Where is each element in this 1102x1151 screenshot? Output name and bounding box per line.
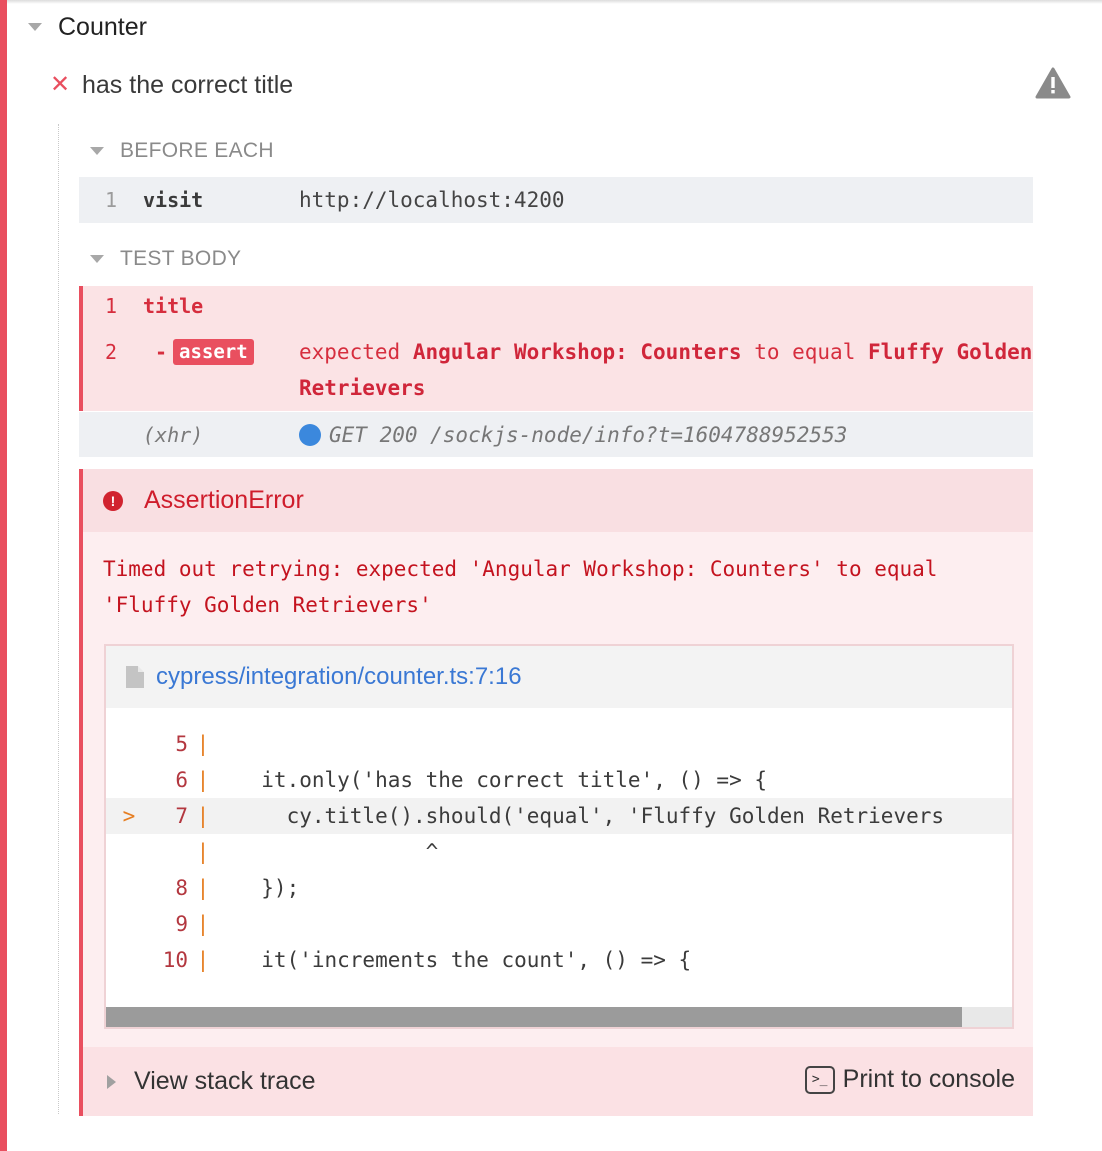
command-name: visit [143, 188, 204, 212]
command-message: expected Angular Workshop: Counters to e… [299, 334, 1033, 406]
line-marker: > [122, 804, 136, 828]
line-bar: | [196, 840, 210, 864]
view-stack-trace-button[interactable]: View stack trace [134, 1067, 316, 1096]
test-header[interactable]: ✕ has the correct title [50, 66, 1075, 104]
scrollbar-thumb[interactable] [106, 1007, 962, 1027]
line-bar: | [196, 948, 210, 972]
line-bar: | [196, 912, 210, 936]
msg-actual: Angular Workshop: Counters [412, 340, 742, 364]
line-code: ^ [236, 840, 439, 864]
command-row-assert[interactable]: 2 - assert expected Angular Workshop: Co… [79, 334, 1033, 406]
line-code: it('increments the count', () => { [236, 948, 692, 972]
error-circle-icon: ! [103, 490, 123, 511]
line-number: 10 [162, 948, 188, 972]
collapse-caret-icon[interactable] [90, 255, 104, 263]
child-dash: - [155, 340, 168, 364]
line-bar: | [196, 876, 210, 900]
command-row-title[interactable]: 1 title [79, 288, 1033, 324]
code-line-highlighted: > 7 | cy.title().should('equal', 'Fluffy… [106, 798, 1012, 834]
command-row-visit[interactable]: 1 visit http://localhost:4200 [79, 177, 1033, 223]
line-code: }); [236, 876, 300, 900]
hook-test-body[interactable]: TEST BODY [90, 245, 241, 273]
line-number: 6 [175, 768, 188, 792]
command-number: 2 [104, 340, 118, 364]
horizontal-scrollbar[interactable] [106, 1007, 1012, 1027]
hook-label: BEFORE EACH [120, 139, 274, 162]
cypress-runner-panel: Counter ✕ has the correct title BEFORE E… [0, 0, 1102, 1151]
failed-commands-block: 1 title 2 - assert expected Angular Work… [79, 286, 1033, 411]
top-shadow [7, 0, 1102, 4]
failed-state-bar [0, 0, 7, 1151]
command-number: 1 [104, 294, 118, 318]
msg-to-equal: to equal [754, 340, 856, 364]
code-line: 8 | }); [106, 870, 1012, 906]
test-body-guide [58, 124, 59, 1114]
failed-x-icon: ✕ [50, 71, 71, 98]
command-row-xhr[interactable]: (xhr) GET 200 /sockjs-node/info?t=160478… [79, 412, 1033, 457]
hook-label: TEST BODY [120, 247, 242, 270]
suite-header[interactable]: Counter [28, 10, 147, 44]
code-line: | ^ [106, 834, 1012, 870]
error-message: Timed out retrying: expected 'Angular Wo… [103, 557, 938, 617]
print-to-console-button[interactable]: >_ Print to console [804, 1065, 1015, 1094]
command-message: http://localhost:4200 [299, 188, 565, 212]
line-code: cy.title().should('equal', 'Fluffy Golde… [236, 804, 945, 828]
assert-badge: assert [173, 339, 254, 365]
error-footer: View stack trace >_ Print to console [83, 1047, 1033, 1116]
code-line: 9 | [106, 906, 1012, 942]
expand-caret-icon[interactable] [107, 1074, 116, 1089]
error-title: AssertionError [144, 486, 304, 514]
error-header: ! AssertionError [83, 469, 1033, 532]
print-to-console-label: Print to console [842, 1065, 1015, 1093]
warning-icon[interactable] [1035, 67, 1071, 104]
terminal-icon: >_ [804, 1065, 835, 1094]
suite-title: Counter [58, 12, 147, 41]
test-title: has the correct title [82, 70, 294, 99]
command-name: - assert [143, 334, 299, 370]
line-bar: | [196, 768, 210, 792]
line-bar: | [196, 732, 210, 756]
code-line: 10 | it('increments the count', () => { [106, 942, 1012, 978]
file-icon [126, 666, 144, 688]
command-number: 1 [104, 188, 118, 212]
xhr-message: GET 200 /sockjs-node/info?t=160478895255… [329, 422, 848, 447]
collapse-caret-icon[interactable] [90, 147, 104, 155]
collapse-caret-icon[interactable] [28, 23, 42, 31]
code-frame: cypress/integration/counter.ts:7:16 5 | … [104, 644, 1014, 1029]
line-number: 9 [175, 912, 188, 936]
command-name: (xhr) [143, 422, 204, 447]
error-panel: ! AssertionError Timed out retrying: exp… [79, 469, 1033, 1116]
hook-before-each[interactable]: BEFORE EACH [90, 137, 274, 165]
code-line: 6 | it.only('has the correct title', () … [106, 762, 1012, 798]
code-frame-file: cypress/integration/counter.ts:7:16 [106, 646, 1012, 708]
code-line: 5 | [106, 726, 1012, 762]
xhr-status-dot-icon [299, 423, 321, 446]
command-name: title [143, 294, 204, 318]
line-number: 5 [175, 732, 188, 756]
line-code: it.only('has the correct title', () => { [236, 768, 768, 792]
command-message: GET 200 /sockjs-node/info?t=160478895255… [299, 417, 1033, 453]
line-number: 8 [175, 876, 188, 900]
line-number: 7 [175, 804, 188, 828]
code-lines: 5 | 6 | it.only('has the correct title',… [106, 726, 1012, 978]
file-link[interactable]: cypress/integration/counter.ts:7:16 [156, 663, 522, 691]
msg-expected: expected [299, 340, 401, 364]
line-bar: | [196, 804, 210, 828]
